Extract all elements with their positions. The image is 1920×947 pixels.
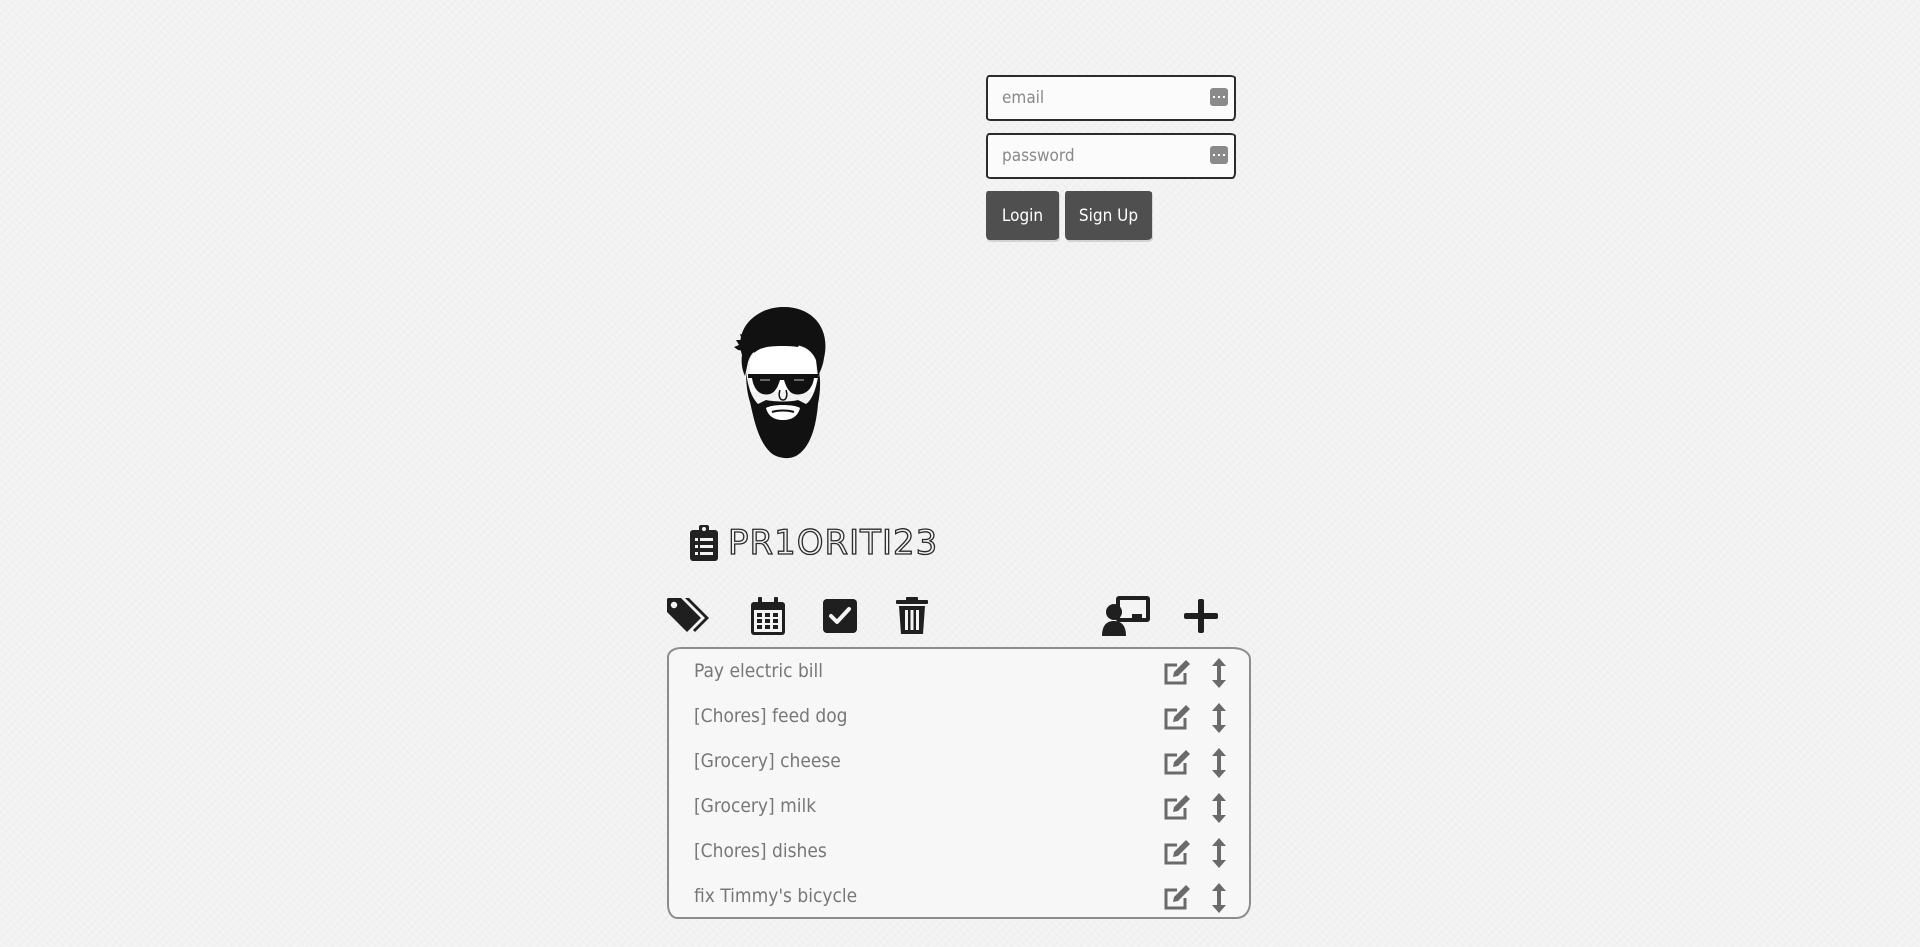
- password-manager-icon[interactable]: [1210, 88, 1228, 106]
- bearded-man-sunglasses-avatar-icon: [734, 306, 826, 459]
- drag-handle-icon[interactable]: [1209, 793, 1229, 823]
- clipboard-list-icon: [690, 525, 718, 561]
- task-list: Pay electric bill [Chores] feed dog [Gro…: [667, 647, 1251, 919]
- task-row[interactable]: [Grocery] cheese: [669, 743, 1249, 788]
- complete-button[interactable]: [815, 592, 865, 640]
- task-text[interactable]: fix Timmy's bicycle: [694, 885, 857, 907]
- edit-icon[interactable]: [1163, 704, 1191, 732]
- password-input[interactable]: [988, 135, 1202, 177]
- app-title: PR1ORITI23: [727, 522, 939, 563]
- edit-icon[interactable]: [1163, 659, 1191, 687]
- task-text[interactable]: Pay electric bill: [694, 660, 823, 682]
- drag-handle-icon[interactable]: [1209, 703, 1229, 733]
- share-user-icon: [1102, 596, 1150, 636]
- plus-icon: [1184, 599, 1218, 633]
- login-form: Login Sign Up: [986, 75, 1240, 240]
- task-row[interactable]: fix Timmy's bicycle: [669, 878, 1249, 923]
- task-row[interactable]: [Chores] feed dog: [669, 698, 1249, 743]
- task-row[interactable]: [Chores] dishes: [669, 833, 1249, 878]
- edit-icon[interactable]: [1163, 794, 1191, 822]
- password-manager-icon[interactable]: [1210, 146, 1228, 164]
- drag-handle-icon[interactable]: [1209, 658, 1229, 688]
- tags-icon: [667, 598, 709, 632]
- share-button[interactable]: [1101, 592, 1151, 640]
- calendar-button[interactable]: [743, 592, 793, 640]
- calendar-icon: [751, 597, 785, 635]
- task-text[interactable]: [Chores] dishes: [694, 840, 827, 862]
- edit-icon[interactable]: [1163, 839, 1191, 867]
- email-field-wrapper: [986, 75, 1236, 121]
- email-input[interactable]: [988, 77, 1202, 119]
- task-text[interactable]: [Grocery] cheese: [694, 750, 841, 772]
- login-button[interactable]: Login: [986, 191, 1059, 240]
- avatar: [720, 300, 845, 490]
- drag-handle-icon[interactable]: [1209, 748, 1229, 778]
- signup-button[interactable]: Sign Up: [1065, 191, 1152, 240]
- password-field-wrapper: [986, 133, 1236, 179]
- toolbar: [664, 592, 1234, 642]
- tags-button[interactable]: [664, 592, 714, 640]
- trash-icon: [896, 597, 928, 634]
- drag-handle-icon[interactable]: [1209, 883, 1229, 913]
- drag-handle-icon[interactable]: [1209, 838, 1229, 868]
- delete-button[interactable]: [887, 592, 937, 640]
- auth-buttons: Login Sign Up: [986, 191, 1240, 240]
- task-text[interactable]: [Chores] feed dog: [694, 705, 848, 727]
- task-row[interactable]: Pay electric bill: [669, 653, 1249, 698]
- task-text[interactable]: [Grocery] milk: [694, 795, 816, 817]
- add-task-button[interactable]: [1176, 592, 1226, 640]
- task-row[interactable]: [Grocery] milk: [669, 788, 1249, 833]
- check-square-icon: [823, 599, 857, 633]
- brand: PR1ORITI23: [690, 522, 939, 564]
- edit-icon[interactable]: [1163, 884, 1191, 912]
- edit-icon[interactable]: [1163, 749, 1191, 777]
